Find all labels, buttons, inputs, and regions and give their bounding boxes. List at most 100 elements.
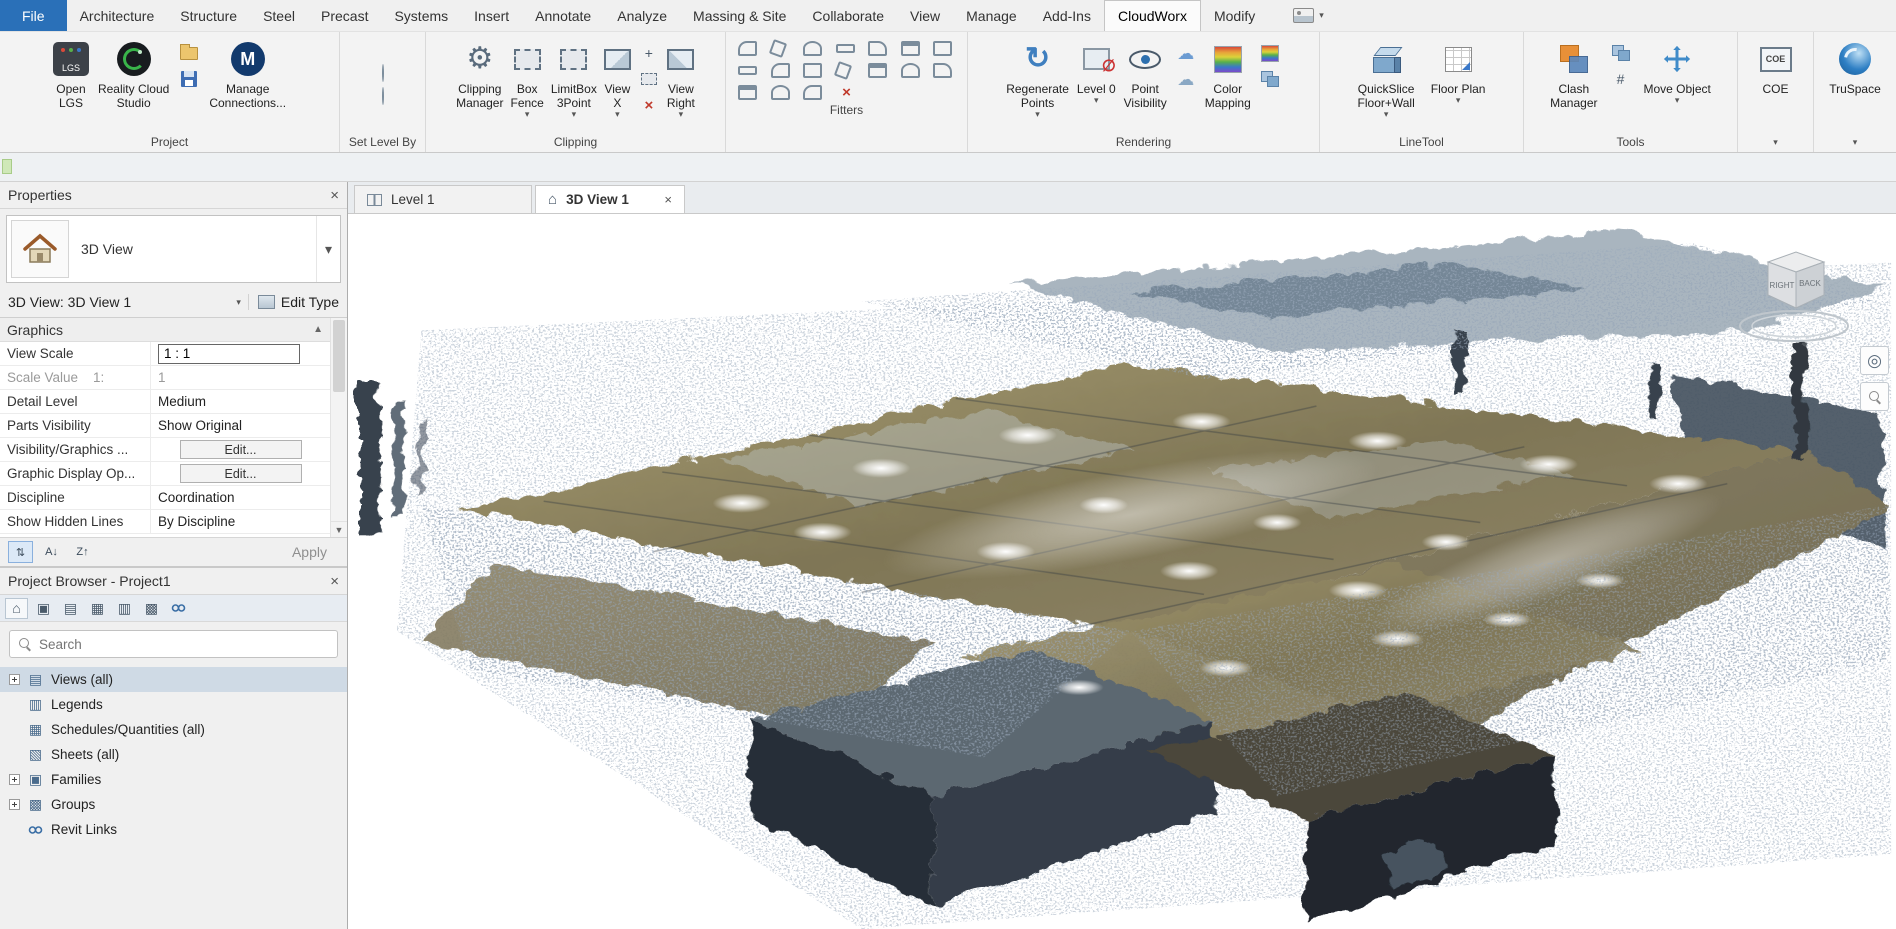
ribbon-tab-collaborate[interactable]: Collaborate: [799, 0, 897, 31]
group-expander-truspace[interactable]: ▾: [1814, 132, 1896, 152]
ribbon-tab-add-ins[interactable]: Add-Ins: [1030, 0, 1104, 31]
color-mapping-button[interactable]: Color Mapping: [1202, 36, 1254, 113]
discipline-value[interactable]: Coordination: [150, 486, 330, 509]
chevron-down-icon[interactable]: ▾: [316, 216, 340, 282]
fitting-icon[interactable]: [933, 63, 952, 78]
fitting-icon[interactable]: [868, 63, 887, 78]
chevron-down-icon[interactable]: ▾: [236, 298, 241, 307]
graphic-display-edit-button[interactable]: Edit...: [180, 464, 302, 483]
visibility-graphics-edit-button[interactable]: Edit...: [180, 440, 302, 459]
clip-remove-button[interactable]: ×: [638, 95, 660, 115]
clip-add-button[interactable]: +: [638, 43, 660, 63]
ribbon-tab-precast[interactable]: Precast: [308, 0, 381, 31]
ribbon-tab-structure[interactable]: Structure: [167, 0, 250, 31]
set-level-sphere-small-button[interactable]: [382, 88, 384, 104]
fitting-icon[interactable]: [803, 63, 822, 78]
home-view-button[interactable]: ⌂: [5, 598, 28, 619]
expand-icon[interactable]: [9, 674, 20, 685]
views-filter-button[interactable]: ▤: [59, 598, 82, 619]
point-visibility-button[interactable]: Point Visibility: [1121, 36, 1170, 113]
fitting-icon[interactable]: [768, 39, 786, 58]
ribbon-tab-insert[interactable]: Insert: [461, 0, 522, 31]
clip-box-small-button[interactable]: [638, 69, 660, 89]
steering-wheel-button[interactable]: ◎: [1860, 346, 1889, 375]
collapse-section-icon[interactable]: ▲: [313, 324, 323, 335]
type-selector[interactable]: 3D View ▾: [6, 215, 341, 283]
clash-manager-button[interactable]: Clash Manager: [1547, 36, 1600, 113]
ribbon-tab-view[interactable]: View: [897, 0, 953, 31]
group-list-button[interactable]: ▩: [140, 598, 163, 619]
fitting-icon[interactable]: [803, 41, 822, 56]
parts-visibility-value[interactable]: Show Original: [150, 414, 330, 437]
floor-plan-button[interactable]: Floor Plan ▾: [1428, 36, 1489, 108]
view-x-button[interactable]: View X ▾: [601, 36, 634, 122]
group-expander-coe[interactable]: ▾: [1738, 132, 1813, 152]
browser-search-box[interactable]: [9, 630, 338, 658]
ribbon-tab-systems[interactable]: Systems: [381, 0, 461, 31]
limitbox-3point-button[interactable]: LimitBox 3Point ▾: [548, 36, 600, 122]
group-label-linetool[interactable]: LineTool: [1320, 132, 1523, 152]
point-cloud-option-button[interactable]: ☁: [1175, 43, 1197, 63]
sheet-list-button[interactable]: ▥: [113, 598, 136, 619]
sort-default-button[interactable]: ⇅: [8, 541, 33, 563]
tools-grid-button[interactable]: #: [1610, 69, 1632, 89]
tree-item-groups[interactable]: ▩ Groups: [0, 792, 347, 817]
section-header-graphics[interactable]: Graphics ▲: [0, 318, 330, 342]
fitting-icon[interactable]: [738, 85, 757, 100]
instance-selector[interactable]: 3D View: 3D View 1: [8, 294, 229, 310]
properties-scrollbar[interactable]: ▼: [330, 318, 347, 537]
set-level-sphere-button[interactable]: [382, 65, 384, 81]
close-icon[interactable]: ×: [330, 187, 339, 204]
ribbon-tab-manage[interactable]: Manage: [953, 0, 1030, 31]
tree-item-sheets[interactable]: ▧ Sheets (all): [0, 742, 347, 767]
3d-viewport[interactable]: RIGHT BACK ◎: [348, 214, 1896, 929]
fitting-icon[interactable]: [868, 41, 887, 56]
truspace-button[interactable]: TruSpace: [1826, 36, 1884, 99]
view-tab-3d-view-1[interactable]: ⌂ 3D View 1 ×: [535, 185, 685, 213]
zoom-button[interactable]: [1860, 382, 1889, 411]
ribbon-tab-architecture[interactable]: Architecture: [67, 0, 168, 31]
ribbon-tab-cloudworx[interactable]: CloudWorx: [1104, 0, 1201, 31]
show-hidden-lines-value[interactable]: By Discipline: [150, 510, 330, 533]
viewcube[interactable]: RIGHT BACK: [1730, 240, 1862, 352]
fitting-delete-button[interactable]: ×: [836, 85, 858, 100]
view-right-button[interactable]: View Right ▾: [664, 36, 698, 122]
fitting-icon[interactable]: [901, 63, 920, 78]
scrollbar-thumb[interactable]: [333, 320, 345, 392]
coe-button[interactable]: COE COE: [1757, 36, 1795, 99]
ribbon-tab-analyze[interactable]: Analyze: [604, 0, 680, 31]
tree-item-views[interactable]: ▤ Views (all): [0, 667, 347, 692]
render-option-button[interactable]: [1259, 69, 1281, 89]
quickslice-floor-wall-button[interactable]: QuickSlice Floor+Wall ▾: [1355, 36, 1418, 122]
fitting-icon[interactable]: [803, 85, 822, 100]
color-preset-button[interactable]: [1259, 43, 1281, 63]
clipping-manager-button[interactable]: ⚙ Clipping Manager: [453, 36, 506, 113]
open-lgs-button[interactable]: LGS Open LGS: [50, 36, 92, 113]
link-icon[interactable]: [167, 598, 190, 619]
group-label-tools[interactable]: Tools: [1524, 132, 1737, 152]
close-icon[interactable]: ×: [330, 573, 339, 590]
level-0-button[interactable]: Level 0 ▾: [1074, 36, 1119, 108]
expand-icon[interactable]: [9, 799, 20, 810]
sort-descending-button[interactable]: Z↑: [70, 541, 95, 563]
scroll-down-icon[interactable]: ▼: [331, 521, 347, 537]
detail-level-value[interactable]: Medium: [150, 390, 330, 413]
fitting-icon[interactable]: [738, 41, 757, 56]
file-menu-button[interactable]: File: [0, 0, 67, 31]
group-label-rendering[interactable]: Rendering: [968, 132, 1319, 152]
ribbon-tab-massing-site[interactable]: Massing & Site: [680, 0, 799, 31]
tree-item-families[interactable]: ▣ Families: [0, 767, 347, 792]
tree-item-revit-links[interactable]: Revit Links: [0, 817, 347, 842]
group-label-set-level-by[interactable]: Set Level By: [340, 132, 425, 152]
apply-button[interactable]: Apply: [280, 542, 339, 562]
reality-cloud-studio-button[interactable]: Reality Cloud Studio: [95, 36, 172, 113]
manage-connections-button[interactable]: M Manage Connections...: [206, 36, 289, 113]
close-tab-icon[interactable]: ×: [664, 192, 672, 207]
fitting-icon[interactable]: [933, 41, 952, 56]
search-input[interactable]: [39, 637, 328, 652]
point-cloud-option-button[interactable]: ☁: [1175, 69, 1197, 89]
fitting-icon[interactable]: [771, 85, 790, 100]
view-scale-input[interactable]: [158, 344, 300, 364]
open-project-button[interactable]: [178, 43, 200, 63]
fitting-icon[interactable]: [834, 61, 852, 80]
